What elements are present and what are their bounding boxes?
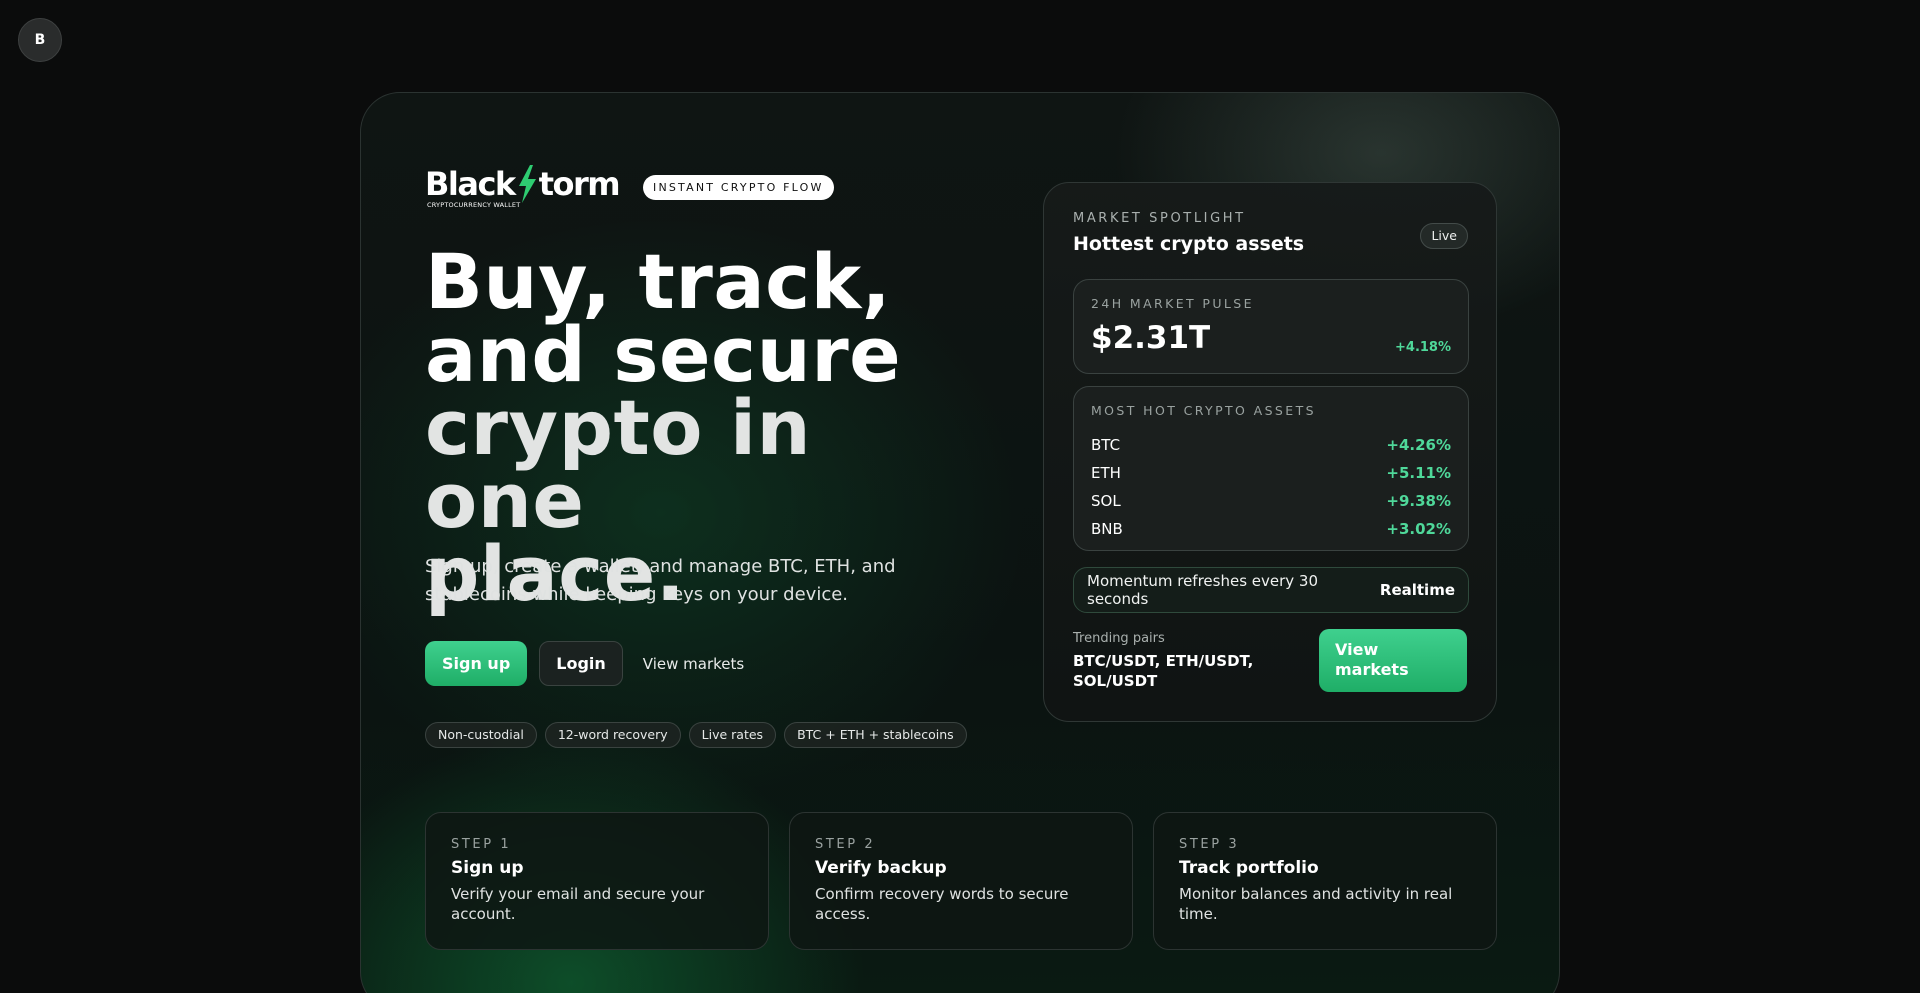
feature-chip: BTC + ETH + stablecoins xyxy=(784,722,967,748)
spotlight-eyebrow: MARKET SPOTLIGHT xyxy=(1073,211,1246,226)
onboarding-steps: STEP 1 Sign up Verify your email and sec… xyxy=(425,812,1497,950)
asset-change: +3.02% xyxy=(1386,520,1451,538)
asset-symbol: BNB xyxy=(1091,520,1123,538)
headline-line: and secure xyxy=(425,310,902,399)
hero-subtitle: Sign up, create a wallet, and manage BTC… xyxy=(425,556,896,605)
headline-line: Buy, track, xyxy=(425,237,892,326)
tagline-badge: INSTANT CRYPTO FLOW xyxy=(643,174,834,200)
trending-label: Trending pairs xyxy=(1073,631,1165,646)
feature-chips: Non-custodial 12-word recovery Live rate… xyxy=(425,722,967,748)
asset-row[interactable]: SOL +9.38% xyxy=(1091,487,1451,515)
step-title: Sign up xyxy=(451,858,524,878)
feature-chip: 12-word recovery xyxy=(544,722,681,748)
step-title: Track portfolio xyxy=(1179,858,1319,878)
logo-subtitle: CRYPTOCURRENCY WALLET xyxy=(427,201,521,209)
hero-section: Black torm CRYPTOCURRENCY WALLET INSTANT… xyxy=(360,92,1560,993)
brand-row: Black torm CRYPTOCURRENCY WALLET INSTANT… xyxy=(425,165,834,209)
pulse-label: 24H MARKET PULSE xyxy=(1091,296,1254,311)
trending-pairs: Trending pairs BTC/USDT, ETH/USDT, SOL/U… xyxy=(1073,631,1293,691)
market-pulse-card: 24H MARKET PULSE $2.31T +4.18% xyxy=(1073,279,1469,374)
avatar[interactable]: B xyxy=(18,18,62,62)
cta-row: Sign up Login View markets xyxy=(425,641,752,686)
realtime-label: Realtime xyxy=(1379,581,1455,599)
momentum-banner: Momentum refreshes every 30 seconds Real… xyxy=(1073,567,1469,613)
asset-row[interactable]: BTC +4.26% xyxy=(1091,431,1451,459)
logo-word-right: torm xyxy=(538,165,621,203)
feature-chip: Live rates xyxy=(688,722,777,748)
step-card: STEP 2 Verify backup Confirm recovery wo… xyxy=(789,812,1133,950)
step-description: Monitor balances and activity in real ti… xyxy=(1179,885,1453,923)
pulse-value: $2.31T xyxy=(1091,320,1211,356)
step-number: STEP 2 xyxy=(815,837,876,852)
market-spotlight-panel: MARKET SPOTLIGHT Hottest crypto assets L… xyxy=(1043,182,1497,722)
asset-row[interactable]: ETH +5.11% xyxy=(1091,459,1451,487)
headline-line: crypto in one xyxy=(425,383,812,545)
asset-change: +4.26% xyxy=(1386,436,1451,454)
asset-list: BTC +4.26% ETH +5.11% SOL +9.38% BNB +3.… xyxy=(1091,431,1451,543)
step-card: STEP 1 Sign up Verify your email and sec… xyxy=(425,812,769,950)
asset-symbol: SOL xyxy=(1091,492,1121,510)
hot-assets-label: MOST HOT CRYPTO ASSETS xyxy=(1091,403,1316,418)
asset-change: +9.38% xyxy=(1386,492,1451,510)
step-description: Verify your email and secure your accoun… xyxy=(451,885,705,923)
signup-button[interactable]: Sign up xyxy=(425,641,528,686)
view-markets-button[interactable]: View markets xyxy=(1319,629,1467,692)
trending-value: BTC/USDT, ETH/USDT, SOL/USDT xyxy=(1073,652,1254,690)
login-button[interactable]: Login xyxy=(539,641,623,686)
momentum-text: Momentum refreshes every 30 seconds xyxy=(1087,572,1319,608)
hot-assets-card: MOST HOT CRYPTO ASSETS BTC +4.26% ETH +5… xyxy=(1073,386,1469,551)
step-number: STEP 3 xyxy=(1179,837,1240,852)
step-number: STEP 1 xyxy=(451,837,512,852)
spotlight-title: Hottest crypto assets xyxy=(1073,233,1305,255)
blackstorm-logo[interactable]: Black torm CRYPTOCURRENCY WALLET xyxy=(425,165,625,209)
step-card: STEP 3 Track portfolio Monitor balances … xyxy=(1153,812,1497,950)
asset-row[interactable]: BNB +3.02% xyxy=(1091,515,1451,543)
live-badge: Live xyxy=(1420,223,1468,249)
pulse-change: +4.18% xyxy=(1395,340,1451,355)
logo-word-left: Black xyxy=(425,165,516,203)
asset-change: +5.11% xyxy=(1386,464,1451,482)
asset-symbol: BTC xyxy=(1091,436,1121,454)
lightning-bolt-icon xyxy=(518,165,536,203)
step-description: Confirm recovery words to secure access. xyxy=(815,885,1069,923)
asset-symbol: ETH xyxy=(1091,464,1121,482)
feature-chip: Non-custodial xyxy=(425,722,537,748)
view-markets-link[interactable]: View markets xyxy=(635,655,752,673)
step-title: Verify backup xyxy=(815,858,947,878)
